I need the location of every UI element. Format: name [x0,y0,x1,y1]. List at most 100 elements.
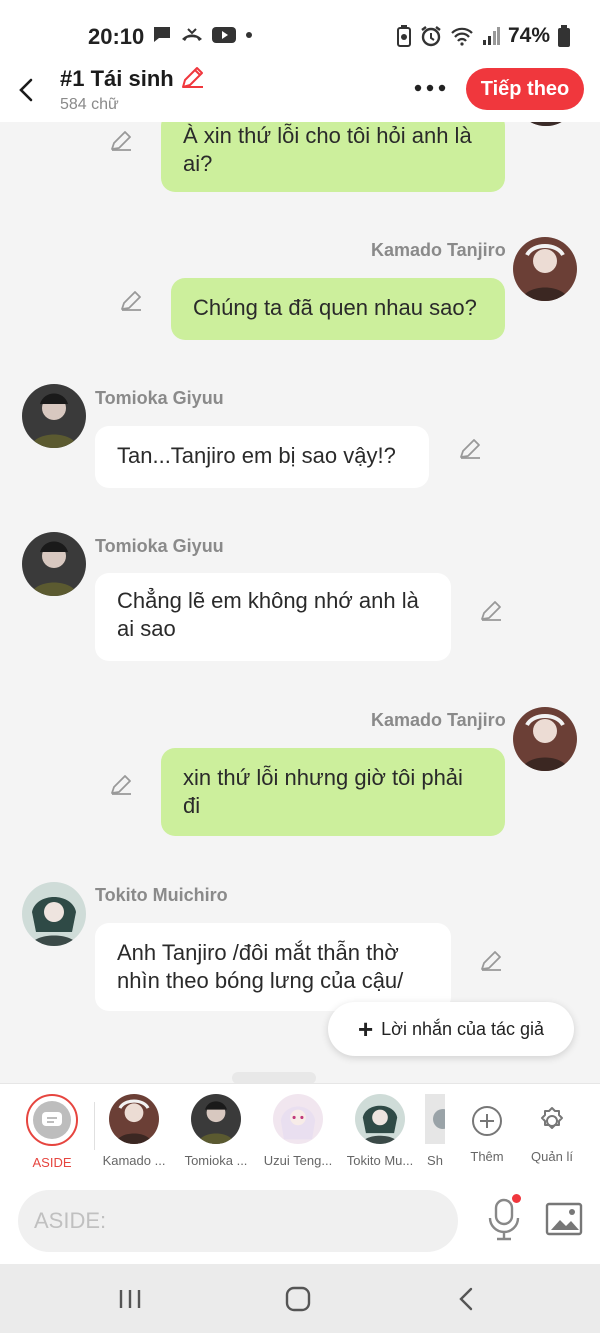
character-avatar [273,1094,323,1144]
plus-circle-icon [472,1106,502,1136]
message-bubble[interactable]: Tan...Tanjiro em bị sao vậy!? [95,426,429,488]
tanjiro-avatar-image [514,122,578,126]
message-text: À xin thứ lỗi cho tôi hỏi anh là ai? [183,123,472,176]
message-text: xin thứ lỗi nhưng giờ tôi phải đi [183,765,463,818]
system-back-button[interactable] [446,1284,486,1314]
author-note-label: Lời nhắn của tác giả [381,1018,545,1039]
recent-apps-button[interactable] [110,1284,150,1314]
partial-avatar-image [425,1094,445,1144]
recent-apps-icon [119,1290,141,1308]
message-text: Chúng ta đã quen nhau sao? [193,295,477,320]
status-time: 20:10 [88,24,145,49]
avatar-kamado-tanjiro[interactable] [513,707,577,771]
next-button[interactable]: Tiếp theo [466,68,584,110]
back-chevron-icon [459,1287,473,1311]
image-icon[interactable] [545,1202,583,1236]
message-bubble[interactable]: Chẳng lẽ em không nhớ anh là ai sao [95,573,451,661]
message-input[interactable] [18,1190,458,1252]
battery-percent: 74% [507,24,550,47]
tanjiro-avatar-image [109,1094,159,1144]
more-dots-icon [414,84,446,92]
muichiro-avatar-image [355,1094,405,1144]
message-list[interactable]: À xin thứ lỗi cho tôi hỏi anh là ai? Kam… [0,122,600,1082]
edit-message-icon[interactable] [478,598,504,624]
edit-message-icon[interactable] [457,436,483,462]
giyuu-avatar-image [191,1094,241,1144]
edit-message-icon[interactable] [108,772,134,798]
back-button[interactable] [10,72,42,108]
character-label: Tomioka ... [184,1153,248,1168]
avatar-kamado-tanjiro[interactable] [514,122,578,126]
youtube-icon [212,27,236,43]
signal-icon [482,27,500,45]
uzui-avatar-image [273,1094,323,1144]
tanjiro-avatar-image [513,707,577,771]
aside-circle [26,1094,78,1146]
message-bubble[interactable]: Anh Tanjiro /đôi mắt thẫn thờ nhìn theo … [95,923,451,1011]
sender-name: Tokito Muichiro [95,885,228,905]
aside-icon [33,1101,71,1139]
battery-icon [558,25,570,47]
avatar-tokito-muichiro[interactable] [22,882,86,946]
home-button[interactable] [278,1284,318,1314]
sender-name: Tomioka Giyuu [95,536,224,556]
status-bar: 20:10 74% [0,0,600,66]
chapter-title: #1 Tái sinh [60,66,174,91]
avatar-kamado-tanjiro[interactable] [513,237,577,301]
author-note-button[interactable]: + Lời nhắn của tác giả [328,1002,574,1056]
chat-bubble-icon [42,1112,62,1126]
dot-icon [246,32,252,38]
edit-message-icon[interactable] [118,288,144,314]
system-status-icons: 74% [396,24,570,48]
character-tokito[interactable]: Tokito Mu... [339,1094,421,1168]
gear-icon [541,1107,563,1129]
notification-icons [152,26,254,44]
edit-message-icon[interactable] [478,948,504,974]
sender-name: Tomioka Giyuu [95,388,224,408]
character-kamado[interactable]: Kamado ... [93,1094,175,1168]
plus-icon: + [357,1014,374,1044]
avatar-tomioka-giyuu[interactable] [22,532,86,596]
story-header: #1 Tái sinh 584 chữ Tiếp theo [0,58,600,122]
message-bubble[interactable]: À xin thứ lỗi cho tôi hỏi anh là ai? [161,122,505,192]
home-icon [285,1286,311,1312]
sender-name: Kamado Tanjiro [371,240,506,260]
character-label: Quản lí [531,1149,573,1164]
character-avatar [425,1094,445,1144]
character-avatar [355,1094,405,1144]
chevron-left-icon [19,78,33,102]
recording-dot [512,1194,521,1203]
character-label: Kamado ... [102,1153,166,1168]
character-bar: ASIDE Kamado ... Tomioka ... Uzui Teng..… [0,1083,600,1178]
alarm-icon [421,26,441,47]
character-uzui[interactable]: Uzui Teng... [257,1094,339,1168]
character-label: Tokito Mu... [346,1153,414,1168]
character-avatar [109,1094,159,1144]
character-tomioka[interactable]: Tomioka ... [175,1094,257,1168]
edit-message-icon[interactable] [108,128,134,154]
giyuu-avatar-image [22,384,86,448]
manage-characters-button[interactable]: Quản lí [511,1094,593,1164]
wifi-icon [451,27,473,46]
muichiro-avatar-image [22,882,86,946]
character-label: Uzui Teng... [263,1153,333,1168]
avatar-tomioka-giyuu[interactable] [22,384,86,448]
message-text: Tan...Tanjiro em bị sao vậy!? [117,443,396,468]
battery-saver-icon [396,25,411,47]
sender-name: Kamado Tanjiro [371,710,506,730]
system-nav-bar [0,1264,600,1333]
message-icon [154,27,170,42]
message-bubble[interactable]: Chúng ta đã quen nhau sao? [171,278,505,340]
missed-call-icon [182,28,202,41]
character-aside[interactable]: ASIDE [11,1094,93,1170]
character-avatar [191,1094,241,1144]
edit-title-icon[interactable] [178,64,206,92]
microphone-icon[interactable] [484,1196,524,1242]
tanjiro-avatar-image [513,237,577,301]
message-bubble[interactable]: xin thứ lỗi nhưng giờ tôi phải đi [161,748,505,836]
input-bar [0,1178,600,1264]
more-options-button[interactable] [412,76,448,100]
word-count: 584 chữ [60,96,119,113]
message-text: Chẳng lẽ em không nhớ anh là ai sao [117,588,419,641]
character-label: ASIDE [32,1155,72,1170]
